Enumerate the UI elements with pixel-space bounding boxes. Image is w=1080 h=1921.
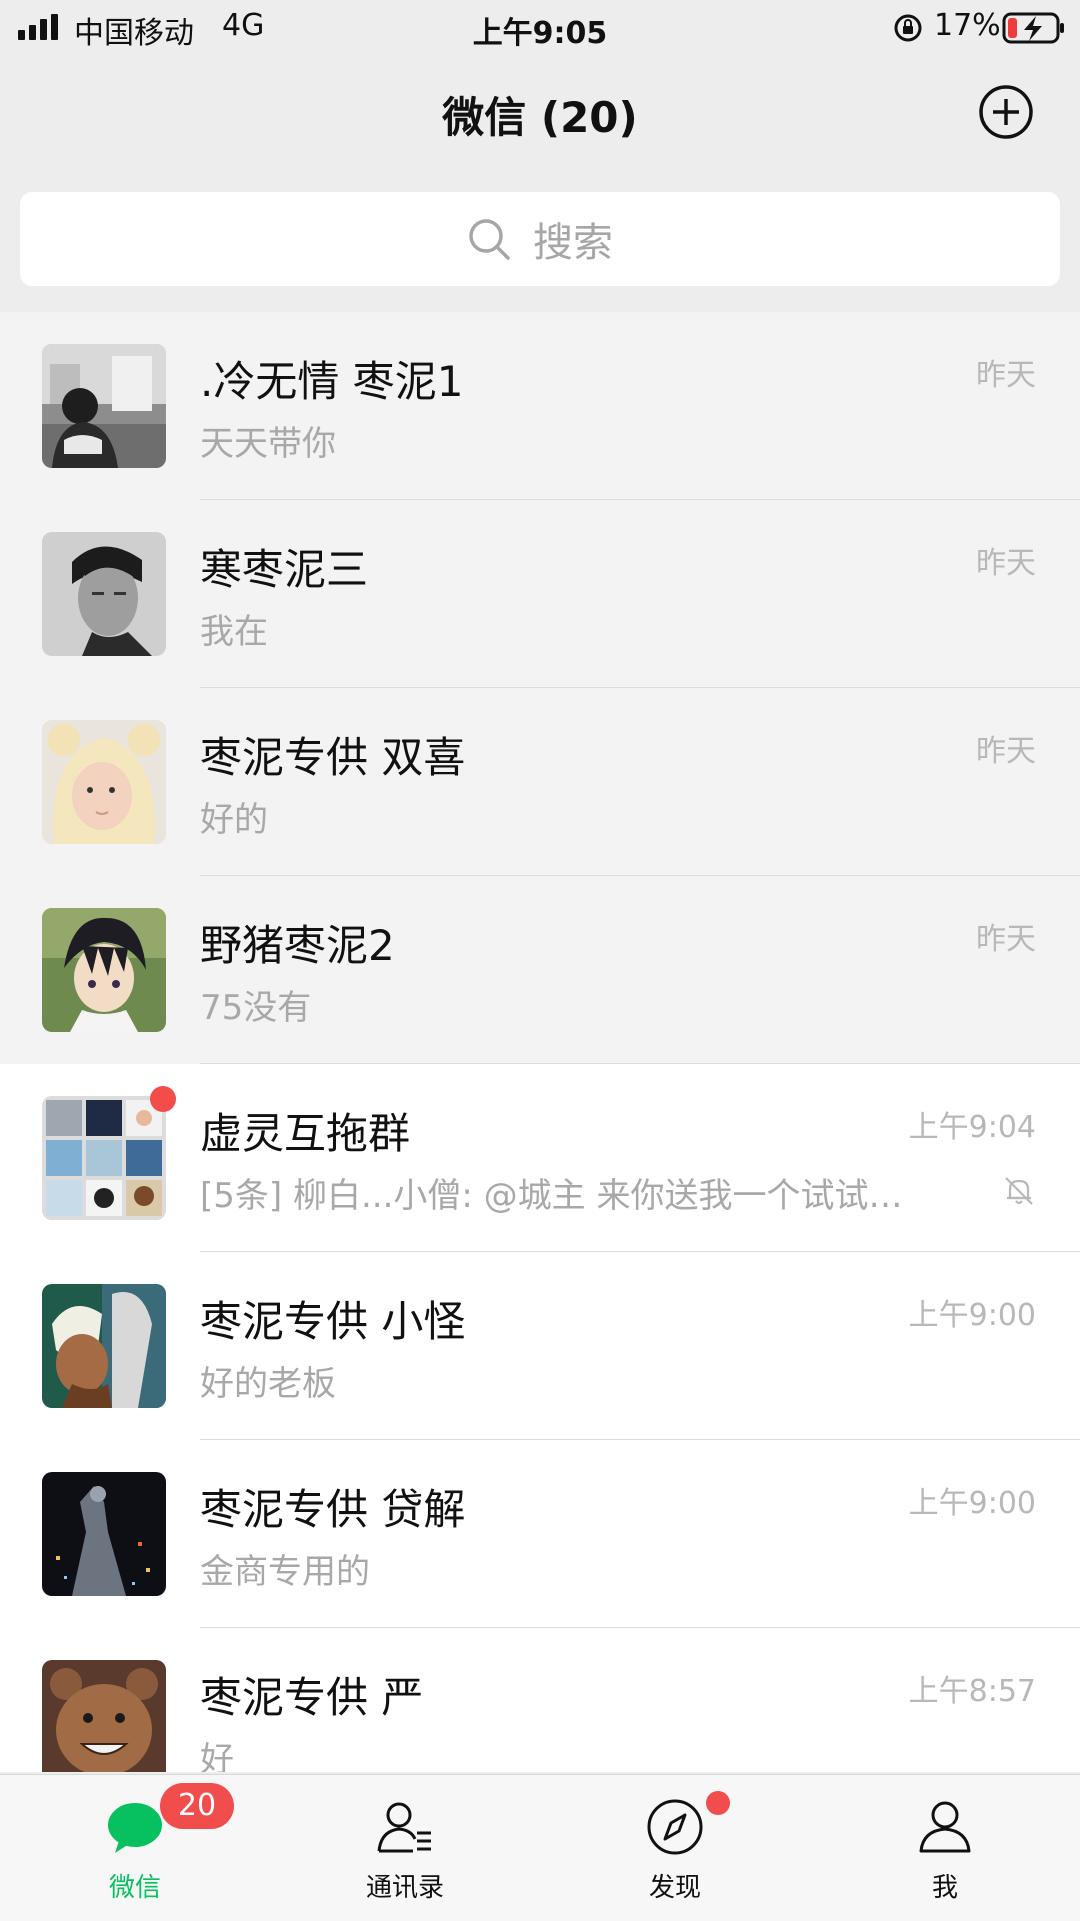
chat-preview: 我在 [200, 612, 268, 652]
tab-chats[interactable]: 20 微信 [0, 1775, 270, 1921]
status-bar: 中国移动 4G 上午9:05 17% [0, 0, 1080, 54]
tab-label: 发现 [648, 1873, 701, 1903]
tab-label: 我 [931, 1873, 958, 1903]
chat-time: 上午9:04 [908, 1110, 1036, 1145]
compass-icon [647, 1799, 703, 1855]
battery-charging-icon [1002, 12, 1064, 44]
chat-time: 上午8:57 [908, 1674, 1036, 1709]
tab-label: 微信 [108, 1873, 161, 1903]
chat-time: 上午9:00 [908, 1298, 1036, 1333]
chat-name: .冷无情 枣泥1 [200, 357, 464, 406]
search-placeholder: 搜索 [533, 220, 613, 266]
chat-preview: 天天带你 [200, 424, 336, 464]
chat-item[interactable]: 野猪枣泥2 75没有 昨天 [0, 876, 1080, 1064]
person-icon [919, 1801, 971, 1853]
search-icon [469, 219, 510, 260]
tab-me[interactable]: 我 [810, 1775, 1080, 1921]
chat-item[interactable]: 寒枣泥三 我在 昨天 [0, 500, 1080, 688]
chat-preview: 好的 [200, 800, 268, 840]
photo-man-portrait-icon [42, 532, 166, 656]
anime-boy-icon [42, 908, 166, 1032]
unread-count-badge: 20 [160, 1783, 234, 1829]
photo-boy-street-icon [42, 344, 166, 468]
chat-item[interactable]: 枣泥专供 贷解 金商专用的 上午9:00 [0, 1440, 1080, 1628]
chat-item[interactable]: 虚灵互拖群 [5条] 柳白...小僧: @城主 来你送我一个试试… 上午9:04 [0, 1064, 1080, 1252]
chat-time: 昨天 [976, 358, 1036, 393]
chat-item[interactable]: 枣泥专供 小怪 好的老板 上午9:00 [0, 1252, 1080, 1440]
battery-percent: 17% [934, 8, 1001, 43]
tab-discover[interactable]: 发现 [540, 1775, 810, 1921]
chat-name: 虚灵互拖群 [200, 1109, 411, 1158]
notification-dot [706, 1791, 730, 1815]
chat-time: 昨天 [976, 734, 1036, 769]
chat-name: 枣泥专供 严 [200, 1673, 424, 1722]
tab-bar: 20 微信 通讯录 发现 我 [0, 1774, 1080, 1921]
mute-bell-icon [1005, 1177, 1033, 1205]
contacts-icon [377, 1802, 431, 1853]
chat-time: 昨天 [976, 546, 1036, 581]
chat-item[interactable]: 枣泥专供 双喜 好的 昨天 [0, 688, 1080, 876]
unread-dot [150, 1086, 176, 1112]
dark-city-icon [42, 1472, 166, 1596]
cartoon-character-icon [42, 1284, 166, 1408]
photo-child-hood-icon [42, 720, 166, 844]
chat-bubble-icon [108, 1803, 162, 1853]
chat-list: .冷无情 枣泥1 天天带你 昨天 寒枣泥三 我在 昨天 枣泥专供 双喜 好的 昨… [0, 312, 1080, 1772]
chat-item[interactable]: 枣泥专供 严 好 上午8:57 [0, 1628, 1080, 1772]
page-title: 微信 (20) [442, 93, 638, 142]
tab-label: 通讯录 [365, 1873, 444, 1903]
chat-item[interactable]: .冷无情 枣泥1 天天带你 昨天 [0, 312, 1080, 500]
cartoon-bear-icon [42, 1660, 166, 1772]
chat-preview: 好 [200, 1740, 234, 1772]
chat-preview: 金商专用的 [200, 1552, 370, 1592]
chat-name: 枣泥专供 小怪 [200, 1297, 466, 1346]
chat-name: 枣泥专供 双喜 [200, 733, 466, 782]
chat-preview: 75没有 [200, 988, 312, 1028]
chat-name: 寒枣泥三 [200, 545, 369, 594]
rotation-lock-icon [894, 14, 922, 42]
chat-preview: 好的老板 [200, 1364, 336, 1404]
group-grid-icon [42, 1096, 166, 1220]
chat-preview: [5条] 柳白...小僧: @城主 来你送我一个试试… [200, 1176, 903, 1216]
chat-time: 昨天 [976, 922, 1036, 957]
chat-name: 枣泥专供 贷解 [200, 1485, 466, 1534]
add-button[interactable] [976, 82, 1036, 142]
chat-name: 野猪枣泥2 [200, 921, 395, 970]
chat-time: 上午9:00 [908, 1486, 1036, 1521]
tab-contacts[interactable]: 通讯录 [270, 1775, 540, 1921]
search-input[interactable]: 搜索 [20, 192, 1060, 286]
header: 微信 (20) [0, 54, 1080, 164]
